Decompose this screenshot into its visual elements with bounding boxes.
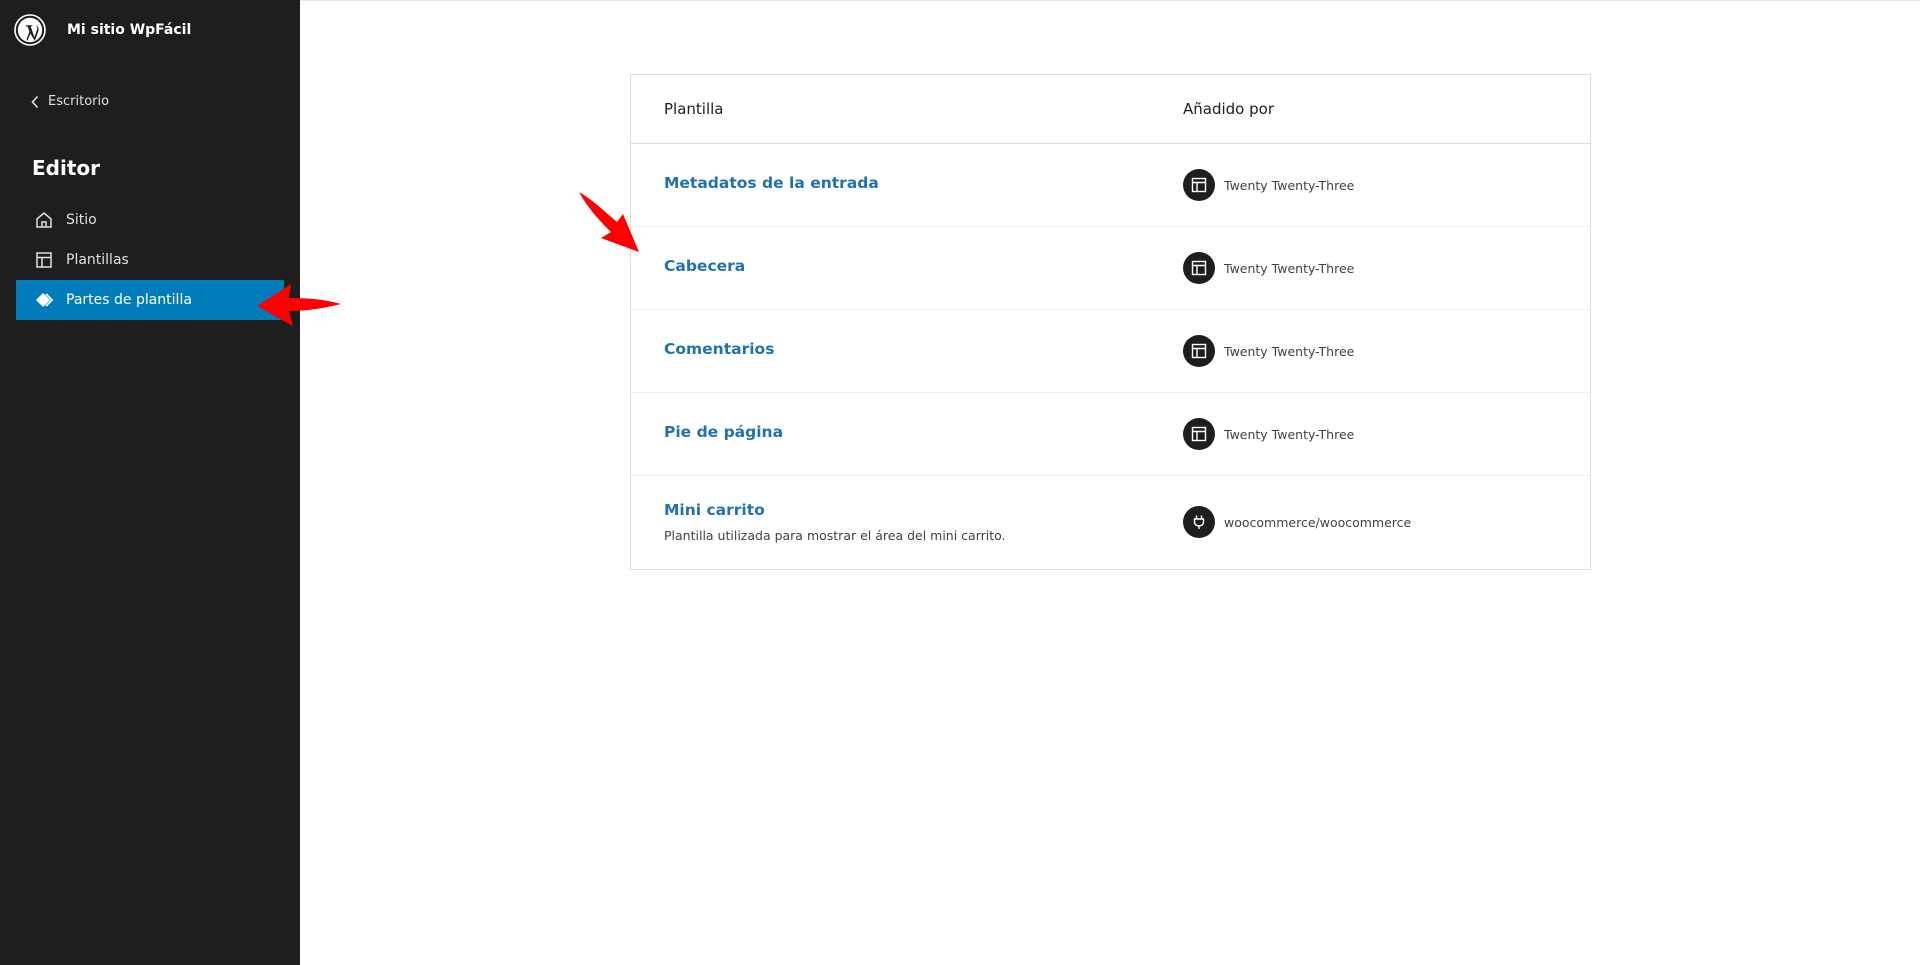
author-name: Twenty Twenty-Three bbox=[1224, 177, 1355, 193]
table-row: Metadatos de la entrada Twenty Twenty-Th… bbox=[631, 144, 1590, 227]
plugin-icon bbox=[1183, 506, 1215, 538]
author-cell: Twenty Twenty-Three bbox=[1183, 252, 1354, 284]
template-parts-table: Plantilla Añadido por Metadatos de la en… bbox=[630, 74, 1591, 570]
author-name: Twenty Twenty-Three bbox=[1224, 426, 1355, 442]
template-part-link[interactable]: Mini carrito bbox=[664, 501, 765, 519]
layout-icon bbox=[36, 252, 52, 268]
author-cell: Twenty Twenty-Three bbox=[1183, 418, 1354, 450]
template-part-description: Plantilla utilizada para mostrar el área… bbox=[664, 528, 1006, 543]
home-icon bbox=[36, 212, 52, 228]
back-link-label: Escritorio bbox=[48, 94, 110, 109]
sidebar-item-partes-de-plantilla[interactable]: Partes de plantilla bbox=[16, 280, 284, 320]
site-name[interactable]: Mi sitio WpFácil bbox=[67, 22, 191, 38]
sidebar-item-label: Sitio bbox=[66, 212, 97, 228]
sidebar-item-sitio[interactable]: Sitio bbox=[16, 200, 284, 240]
wordpress-logo-icon[interactable] bbox=[14, 14, 46, 46]
table-row: Pie de página Twenty Twenty-Three bbox=[631, 393, 1590, 476]
author-cell: Twenty Twenty-Three bbox=[1183, 169, 1354, 201]
template-part-link[interactable]: Cabecera bbox=[664, 257, 745, 275]
back-to-dashboard-link[interactable]: Escritorio bbox=[30, 94, 109, 109]
layout-icon bbox=[1183, 252, 1215, 284]
editor-title: Editor bbox=[32, 156, 100, 180]
sidebar: Mi sitio WpFácil Escritorio Editor Sitio… bbox=[0, 0, 300, 965]
sidebar-item-label: Plantillas bbox=[66, 252, 129, 268]
table-row: Mini carrito Plantilla utilizada para mo… bbox=[631, 476, 1590, 569]
column-header-template: Plantilla bbox=[664, 100, 724, 118]
annotation-arrow-down-right bbox=[579, 192, 639, 252]
author-cell: woocommerce/woocommerce bbox=[1183, 506, 1411, 538]
table-row: Cabecera Twenty Twenty-Three bbox=[631, 227, 1590, 310]
table-row: Comentarios Twenty Twenty-Three bbox=[631, 310, 1590, 393]
column-header-added-by: Añadido por bbox=[1183, 100, 1274, 118]
template-part-link[interactable]: Comentarios bbox=[664, 340, 774, 358]
layout-icon bbox=[1183, 169, 1215, 201]
author-cell: Twenty Twenty-Three bbox=[1183, 335, 1354, 367]
template-part-link[interactable]: Pie de página bbox=[664, 423, 783, 441]
sidebar-item-label: Partes de plantilla bbox=[66, 292, 192, 308]
table-header: Plantilla Añadido por bbox=[631, 75, 1590, 144]
layout-icon bbox=[1183, 335, 1215, 367]
author-name: woocommerce/woocommerce bbox=[1224, 514, 1412, 530]
sidebar-nav: Sitio Plantillas Partes de plantilla bbox=[16, 200, 284, 320]
layout-icon bbox=[1183, 418, 1215, 450]
chevron-left-icon bbox=[31, 95, 39, 108]
author-name: Twenty Twenty-Three bbox=[1224, 343, 1355, 359]
sidebar-item-plantillas[interactable]: Plantillas bbox=[16, 240, 284, 280]
symbol-filled-icon bbox=[36, 293, 54, 307]
main-content: Plantilla Añadido por Metadatos de la en… bbox=[300, 0, 1920, 965]
author-name: Twenty Twenty-Three bbox=[1224, 260, 1355, 276]
site-header[interactable]: Mi sitio WpFácil bbox=[14, 14, 191, 46]
template-part-link[interactable]: Metadatos de la entrada bbox=[664, 174, 879, 192]
